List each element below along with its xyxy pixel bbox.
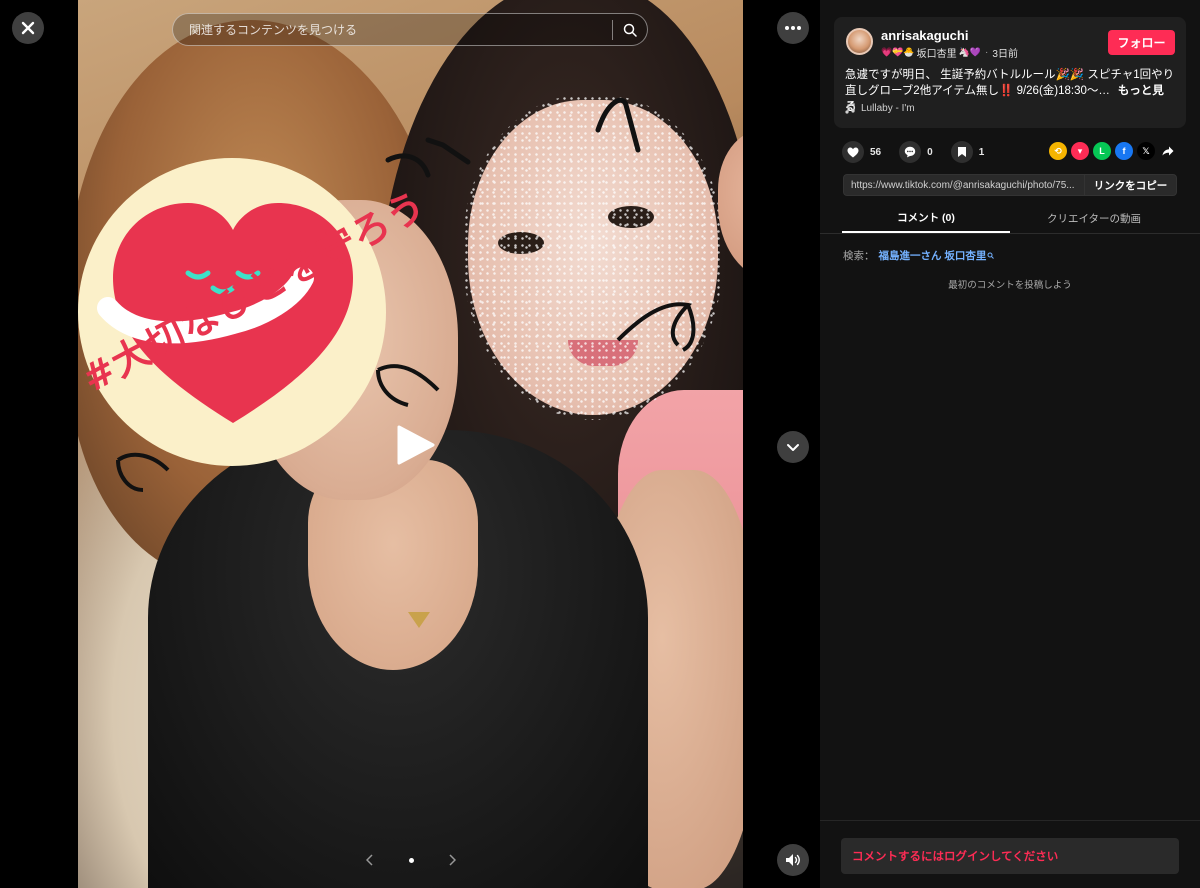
facebook-icon[interactable]: f <box>1115 142 1133 160</box>
play-button[interactable] <box>393 423 437 467</box>
bookmark-icon <box>957 147 966 157</box>
close-button[interactable] <box>12 12 44 44</box>
close-icon <box>21 21 35 35</box>
search-icon <box>623 23 637 37</box>
chevron-left-icon[interactable] <box>366 854 374 866</box>
login-to-comment-button[interactable]: コメントするにはログインしてください <box>841 838 1179 874</box>
heart-icon <box>847 147 859 157</box>
search-input[interactable] <box>173 14 612 45</box>
music-link[interactable]: Lullaby - I'm <box>845 103 915 114</box>
comment-icon <box>904 146 916 158</box>
carousel-dot[interactable] <box>408 857 414 863</box>
like-count: 56 <box>870 146 882 158</box>
search-suggestion: 検索： 福島進一さん 坂口杏里 <box>843 248 995 263</box>
share-link-row: https://www.tiktok.com/@anrisakaguchi/ph… <box>843 174 1177 196</box>
comment-footer: コメントするにはログインしてください <box>820 820 1200 888</box>
speaker-icon <box>786 854 800 866</box>
panel-tabs: コメント (0) クリエイターの動画 <box>820 204 1200 234</box>
more-options-button[interactable] <box>777 12 809 44</box>
comment-button[interactable]: 0 <box>899 141 933 163</box>
chevron-right-icon[interactable] <box>448 854 456 866</box>
ellipsis-icon <box>785 26 801 30</box>
post-date: 3日前 <box>992 49 1018 60</box>
music-note-icon <box>845 103 855 114</box>
post-info-card: anrisakaguchi 💗💝🐣 坂口杏里 🦄💜 · 3日前 フォロー 急遽で… <box>834 17 1186 128</box>
copy-link-button[interactable]: リンクをコピー <box>1084 175 1176 195</box>
comment-count: 0 <box>927 146 933 158</box>
media-viewer: #大切なひとを守ろう <box>0 0 820 888</box>
share-options: ⟲ ▾ L f 𝕏 <box>1049 142 1177 160</box>
engagement-bar: 56 0 1 <box>842 141 1002 163</box>
x-icon[interactable]: 𝕏 <box>1137 142 1155 160</box>
repost-icon[interactable]: ⟲ <box>1049 142 1067 160</box>
avatar[interactable] <box>846 28 873 55</box>
send-icon[interactable]: ▾ <box>1071 142 1089 160</box>
chevron-down-icon <box>787 443 799 451</box>
author-username[interactable]: anrisakaguchi <box>881 28 968 43</box>
next-post-button[interactable] <box>777 431 809 463</box>
related-search <box>172 13 648 46</box>
author-display-name: 坂口杏里 <box>916 49 957 60</box>
empty-comments-message: 最初のコメントを投稿しよう <box>948 280 1072 291</box>
search-button[interactable] <box>613 14 647 45</box>
emoji-heart-icon: 💗💝🐣 <box>881 47 915 57</box>
save-button[interactable]: 1 <box>950 141 985 163</box>
search-icon <box>987 252 995 259</box>
music-title: Lullaby - I'm <box>861 103 915 114</box>
save-count: 1 <box>978 146 985 158</box>
play-icon <box>397 425 435 465</box>
like-button[interactable]: 56 <box>842 141 881 163</box>
author-subline: 💗💝🐣 坂口杏里 🦄💜 · 3日前 <box>881 47 1018 60</box>
volume-button[interactable] <box>777 844 809 876</box>
detail-panel: anrisakaguchi 💗💝🐣 坂口杏里 🦄💜 · 3日前 フォロー 急遽で… <box>820 0 1200 888</box>
emoji-unicorn-icon: 🦄💜 <box>958 47 982 57</box>
tab-creator-videos[interactable]: クリエイターの動画 <box>1010 204 1178 233</box>
follow-button[interactable]: フォロー <box>1108 30 1175 55</box>
tab-comments[interactable]: コメント (0) <box>842 204 1010 233</box>
share-arrow-icon[interactable] <box>1159 142 1177 160</box>
share-link-url[interactable]: https://www.tiktok.com/@anrisakaguchi/ph… <box>844 180 1084 191</box>
search-suggestion-label: 検索： <box>843 250 875 262</box>
line-icon[interactable]: L <box>1093 142 1111 160</box>
search-suggestion-keyword[interactable]: 福島進一さん 坂口杏里 <box>879 248 987 263</box>
carousel-pagination <box>366 852 456 868</box>
